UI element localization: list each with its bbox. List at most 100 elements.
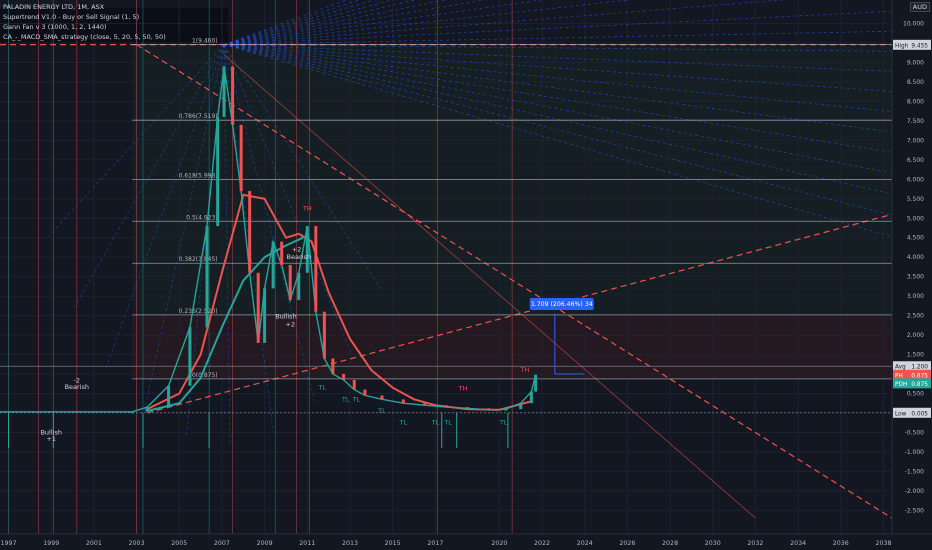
fib-label: 0.786(7.519): [179, 113, 218, 120]
chart-annotation: Bearish: [65, 383, 89, 391]
chart-annotation: TH: [458, 384, 468, 392]
time-tick-label: 2024: [577, 540, 593, 547]
price-candle: [519, 403, 523, 410]
price-candle: [529, 391, 533, 404]
price-tick-label: -2.000: [905, 488, 925, 495]
price-tag-value: 0.005: [911, 411, 928, 417]
price-candle: [352, 379, 356, 390]
chart-annotation: TL: [352, 395, 361, 403]
price-tick-label: 2.500: [907, 313, 924, 320]
chart-annotation: TH: [302, 204, 312, 212]
price-candle: [256, 272, 260, 343]
time-tick-label: 2032: [747, 540, 763, 547]
price-tick-label: 8.500: [907, 79, 924, 86]
price-tag-label: High: [895, 43, 909, 49]
fib-label: 0(0.875): [192, 372, 218, 379]
chart-annotation: TL: [499, 419, 508, 427]
price-tick-label: 7.500: [907, 118, 924, 125]
chart-annotation: +2: [285, 321, 295, 329]
price-candle: [239, 124, 243, 192]
price-tick-label: 5.500: [907, 196, 924, 203]
price-candle: [263, 288, 267, 343]
price-candle: [322, 311, 326, 359]
price-candle: [363, 389, 367, 396]
fib-label: 0.5(4.923): [186, 214, 217, 221]
price-tag-value: 0.875: [911, 382, 928, 388]
price-tick-label: 5.000: [907, 215, 924, 222]
chart-annotation: TL: [341, 395, 350, 403]
time-tick-label: 2003: [129, 540, 145, 547]
price-candle: [231, 66, 235, 125]
price-candle: [216, 117, 220, 227]
chart-annotation: +1: [46, 435, 56, 443]
price-candle: [167, 385, 171, 408]
chart-annotation: TL: [431, 419, 440, 427]
price-tag-value: 9.455: [911, 43, 928, 49]
chart-annotation: TH: [520, 366, 530, 374]
price-candle: [401, 399, 405, 404]
price-tag-label: Low: [895, 411, 907, 417]
price-candle: [534, 374, 538, 392]
time-tick-label: 2030: [705, 540, 721, 547]
time-tick-label: 1999: [43, 540, 59, 547]
price-candle: [130, 411, 134, 414]
chart-annotation: TL: [317, 384, 326, 392]
price-tick-label: -1.000: [905, 449, 925, 456]
time-tick-label: 2026: [619, 540, 635, 547]
time-tick-label: 2034: [790, 540, 806, 547]
price-candle: [331, 358, 335, 375]
price-tick-label: 4.500: [907, 235, 924, 242]
price-chart[interactable]: 1(9.460)0.786(7.519)0.618(5.998)0.5(4.92…: [0, 0, 932, 550]
price-tick-label: 2.000: [907, 332, 924, 339]
price-candle: [271, 241, 275, 289]
price-candle: [342, 374, 346, 380]
price-tick-label: 3.500: [907, 274, 924, 281]
price-tick-label: 6.500: [907, 157, 924, 164]
price-tick-label: 3.000: [907, 293, 924, 300]
time-tick-label: 2028: [662, 540, 678, 547]
price-candle: [380, 395, 384, 400]
price-tick-label: 8.000: [907, 98, 924, 105]
price-candle: [487, 408, 491, 410]
chart-annotation: TL: [443, 419, 452, 427]
price-tick-label: 1.500: [907, 352, 924, 359]
price-tick-label: 9.000: [907, 60, 924, 67]
indicator-gann-fan[interactable]: Gann Fan v 3 (1000, 1, 2, 1440): [3, 23, 107, 31]
price-tick-label: -1.500: [905, 468, 925, 475]
time-tick-label: 2036: [833, 540, 849, 547]
price-tick-label: -2.500: [905, 507, 925, 514]
time-tick-label: 2011: [299, 540, 315, 547]
price-candle: [145, 407, 149, 412]
chart-annotation: TL: [399, 419, 408, 427]
price-tag-label: PDH: [895, 382, 907, 388]
price-candle: [205, 226, 209, 328]
time-tick-label: 2009: [257, 540, 273, 547]
price-candle: [465, 407, 469, 409]
price-candle: [305, 226, 309, 273]
chart-annotation: TL: [377, 407, 386, 415]
indicator-supertrend[interactable]: Supertrend V1.0 - Buy or Sell Signal (1,…: [3, 13, 139, 21]
time-tick-label: 2013: [342, 540, 358, 547]
time-tick-label: 2022: [534, 540, 550, 547]
price-candle: [280, 241, 284, 265]
fib-label: 0.382(3.845): [179, 256, 218, 263]
chart-annotation: +2: [292, 245, 302, 253]
price-candle: [423, 403, 427, 406]
time-tick-label: 2017: [427, 540, 443, 547]
fib-label: 1(9.460): [192, 38, 218, 45]
price-candle: [314, 226, 318, 312]
price-candle: [504, 409, 508, 411]
price-candle: [288, 265, 292, 301]
currency-label[interactable]: AUD: [909, 2, 930, 12]
price-tick-label: 0.500: [907, 391, 924, 398]
price-candle: [444, 405, 448, 408]
price-candle: [222, 66, 226, 118]
chart-annotation: Bearish: [287, 253, 311, 261]
price-candle: [188, 327, 192, 386]
indicator-macd-sma[interactable]: CA_-_MACD_SMA_strategy (close, 5, 20, 5,…: [3, 33, 166, 41]
price-tick-label: -0.500: [905, 429, 925, 436]
price-tick-label: 7.000: [907, 137, 924, 144]
time-tick-label: 2038: [875, 540, 891, 547]
time-tick-label: 2001: [86, 540, 102, 547]
price-tick-label: 6.000: [907, 176, 924, 183]
